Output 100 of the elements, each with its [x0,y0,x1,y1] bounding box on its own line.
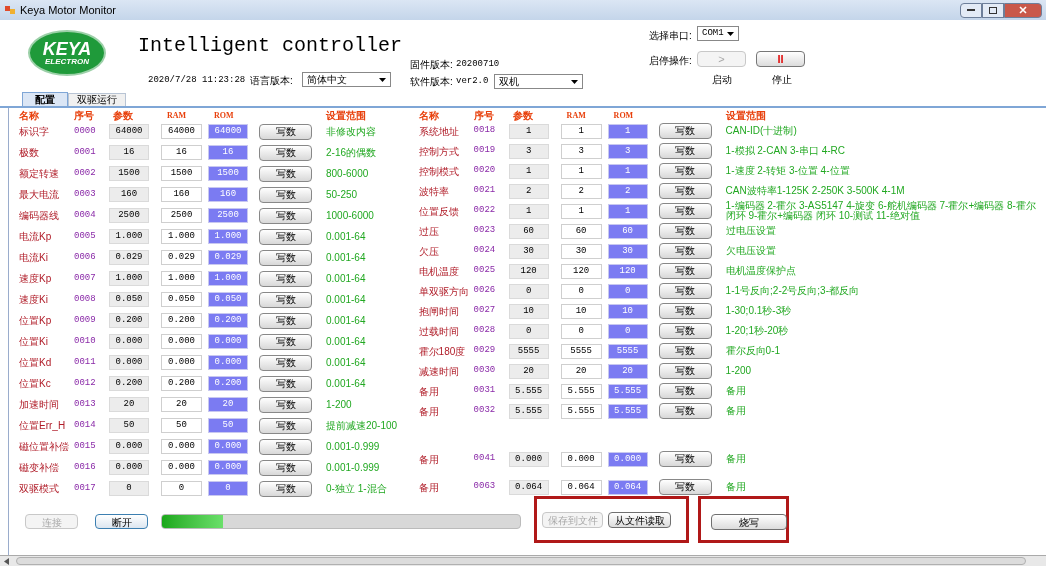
write-button[interactable]: 写数 [658,163,712,179]
write-button[interactable]: 写数 [259,417,312,434]
write-button[interactable]: 写数 [658,479,712,495]
setting-range: 备用 [725,406,747,416]
horizontal-scrollbar[interactable] [0,555,1046,566]
ram-field[interactable]: 0.050 [161,292,202,307]
write-button[interactable]: 写数 [259,207,312,224]
minimize-button[interactable] [960,2,982,18]
ram-field[interactable]: 2 [560,183,602,199]
ram-field[interactable]: 2500 [161,208,202,223]
write-button[interactable]: 写数 [658,303,712,319]
ram-field[interactable]: 0 [560,323,602,339]
column-header: 设置范围 [326,109,367,123]
ram-field[interactable]: 0.000 [161,460,202,475]
write-button[interactable]: 写数 [259,249,312,266]
language-select[interactable]: 简体中文 [302,72,391,87]
ram-field[interactable]: 60 [560,223,602,239]
write-button[interactable]: 写数 [259,375,312,392]
ram-field[interactable]: 20 [560,363,602,379]
write-button[interactable]: 写数 [259,228,312,245]
ram-field[interactable]: 50 [161,418,202,433]
ram-field[interactable]: 20 [161,397,202,412]
write-button[interactable]: 写数 [658,243,712,259]
parameter-value: 0 [508,323,549,339]
write-button[interactable]: 写数 [658,183,712,199]
write-button[interactable]: 写数 [259,480,312,497]
write-button[interactable]: 写数 [259,459,312,476]
write-button[interactable]: 写数 [259,291,312,308]
ram-field[interactable]: 0.000 [161,355,202,370]
ram-field[interactable]: 1.000 [161,271,202,286]
ram-field[interactable]: 0.200 [161,313,202,328]
parameter-name: 抱闸时间 [418,304,460,319]
ram-field[interactable]: 5.555 [560,403,602,419]
write-button[interactable]: 写数 [658,403,712,419]
ram-field[interactable]: 160 [161,187,202,202]
setting-range: 过电压设置 [725,226,777,236]
write-button[interactable]: 写数 [259,165,312,182]
load-from-file-button[interactable]: 从文件读取 [608,512,671,528]
write-button[interactable]: 写数 [658,263,712,279]
parameter-name: 速度Kp [19,272,53,286]
write-button[interactable]: 写数 [658,123,712,139]
write-button[interactable]: 写数 [259,438,312,455]
ram-field[interactable]: 0.029 [161,250,202,265]
write-button[interactable]: 写数 [658,283,712,299]
ram-field[interactable]: 120 [560,263,602,279]
ram-field[interactable]: 1500 [161,166,202,181]
tab[interactable]: 配置 [22,92,68,106]
dropdown-arrow-icon [727,31,734,36]
write-button[interactable]: 写数 [259,312,312,329]
column-header: RAM [565,109,587,122]
parameter-index: 0022 [473,204,497,218]
ram-field[interactable]: 5555 [560,343,602,359]
column-header: 设置范围 [725,109,767,123]
burn-button[interactable]: 烧写 [711,514,787,530]
ram-field[interactable]: 0.200 [161,376,202,391]
ram-field[interactable]: 0.000 [161,334,202,349]
write-button[interactable]: 写数 [259,354,312,371]
parameter-index: 0010 [74,334,97,348]
write-button[interactable]: 写数 [259,186,312,203]
write-button[interactable]: 写数 [658,451,712,467]
ram-field[interactable]: 1 [560,163,602,179]
ram-field[interactable]: 0.064 [560,479,602,495]
ram-field[interactable]: 0.000 [560,451,602,467]
rom-value: 50 [208,418,248,433]
write-button[interactable]: 写数 [658,223,712,239]
write-button[interactable]: 写数 [259,270,312,287]
ram-field[interactable]: 30 [560,243,602,259]
ram-field[interactable]: 1 [560,123,602,139]
ram-field[interactable]: 1 [560,203,602,219]
write-button[interactable]: 写数 [259,396,312,413]
ram-field[interactable]: 5.555 [560,383,602,399]
parameter-index: 0023 [473,224,497,238]
port-select[interactable]: COM1 [697,26,739,41]
parameter-value: 160 [109,187,149,202]
stop-button[interactable]: II [756,51,805,67]
tab[interactable]: 双驱运行 [68,93,126,106]
ram-field[interactable]: 0 [161,481,202,496]
write-button[interactable]: 写数 [658,323,712,339]
logo: KEYA ELECTRON [28,30,106,76]
ram-field[interactable]: 16 [161,145,202,160]
write-button[interactable]: 写数 [658,143,712,159]
mode-select[interactable]: 双机 [494,74,583,89]
parameter-value: 2500 [109,208,149,223]
write-button[interactable]: 写数 [658,363,712,379]
write-button[interactable]: 写数 [658,343,712,359]
write-button[interactable]: 写数 [658,203,712,219]
write-button[interactable]: 写数 [658,383,712,399]
ram-field[interactable]: 10 [560,303,602,319]
scroll-left-icon[interactable] [4,557,10,565]
ram-field[interactable]: 0 [560,283,602,299]
ram-field[interactable]: 64000 [161,124,202,139]
ram-field[interactable]: 0.000 [161,439,202,454]
maximize-button[interactable] [982,2,1004,18]
disconnect-button[interactable]: 断开 [95,514,148,529]
write-button[interactable]: 写数 [259,123,312,140]
ram-field[interactable]: 3 [560,143,602,159]
setting-range: 备用 [725,386,747,396]
ram-field[interactable]: 1.000 [161,229,202,244]
write-button[interactable]: 写数 [259,333,312,350]
write-button[interactable]: 写数 [259,144,312,161]
